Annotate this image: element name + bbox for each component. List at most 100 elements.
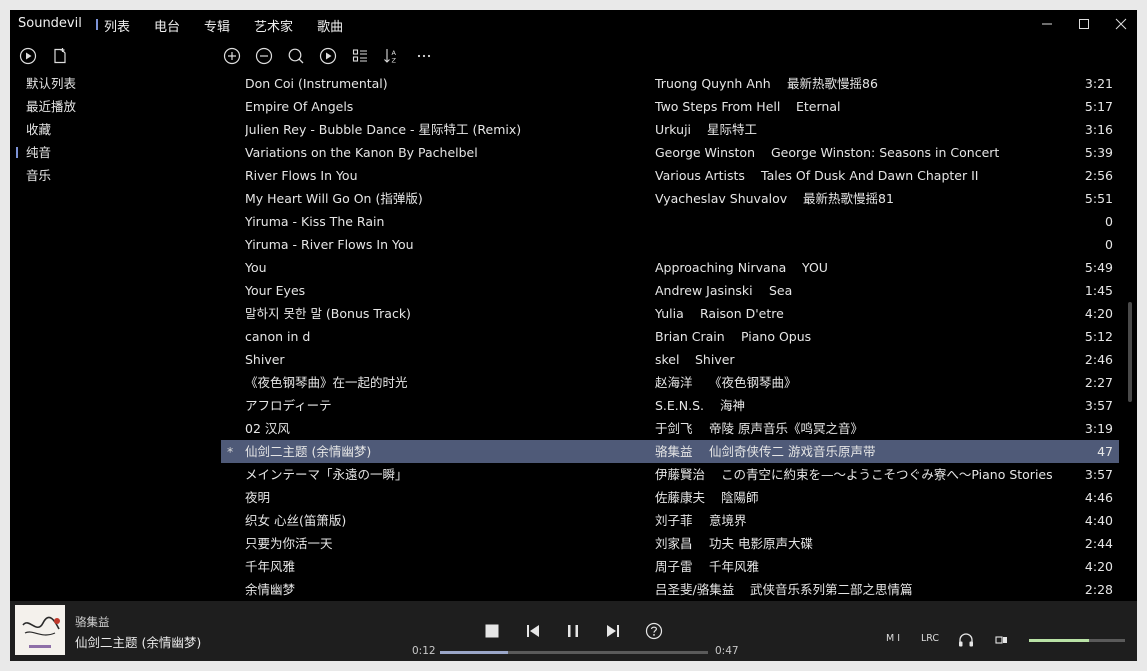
- track-album: Sea: [769, 283, 793, 298]
- table-row[interactable]: 《夜色钢琴曲》在一起的时光 赵海洋 《夜色钢琴曲》 2:27: [221, 371, 1119, 394]
- previous-icon: [527, 625, 539, 637]
- track-artist: Two Steps From Hell: [655, 99, 781, 114]
- table-row[interactable]: River Flows In You Various Artists Tales O…: [221, 164, 1119, 187]
- nav-artists[interactable]: 艺术家: [254, 16, 293, 35]
- table-row[interactable]: Empire Of Angels Two Steps From Hell Etern…: [221, 95, 1119, 118]
- table-row[interactable]: Don Coi (Instrumental) Truong Quynh Anh 最新…: [221, 72, 1119, 95]
- track-title: 余情幽梦: [245, 582, 296, 597]
- track-list-scrollbar[interactable]: [1127, 72, 1133, 600]
- table-row[interactable]: Shiver skel Shiver 2:46: [221, 348, 1119, 371]
- more-icon: [417, 54, 431, 58]
- track-title: My Heart Will Go On (指弹版): [245, 191, 423, 206]
- track-duration: 5:17: [1084, 99, 1113, 114]
- remove-circle-icon: [255, 47, 273, 65]
- track-artist: Vyacheslav Shuvalov: [655, 191, 788, 206]
- track-album: 意境界: [709, 513, 747, 528]
- track-title: River Flows In You: [245, 168, 358, 183]
- table-row[interactable]: Your Eyes Andrew Jasinski Sea 1:45: [221, 279, 1119, 302]
- track-title: Yiruma - River Flows In You: [245, 237, 414, 252]
- track-artist: Brian Crain: [655, 329, 725, 344]
- track-album: 海神: [720, 398, 746, 413]
- table-row[interactable]: アフロディーテ S.E.N.S. 海神 3:57: [221, 394, 1119, 417]
- table-row[interactable]: Julien Rey - Bubble Dance - 星际特工 (Remix)…: [221, 118, 1119, 141]
- table-row[interactable]: 02 汉风 于剑飞 帝陵 原声音乐《鸣冥之音》 3:19: [221, 417, 1119, 440]
- track-album: YOU: [802, 260, 828, 275]
- track-duration: 3:57: [1084, 467, 1113, 482]
- sidebar-item-instrumental[interactable]: 纯音: [10, 141, 215, 164]
- table-row[interactable]: メインテーマ「永遠の一瞬」 伊藤賢治 この青空に約束を—～ようこそつぐみ寮へ～Pia…: [221, 463, 1119, 486]
- volume-slider[interactable]: [1029, 639, 1125, 642]
- track-title: You: [245, 260, 267, 275]
- search-icon: [288, 48, 304, 64]
- play-selected-button[interactable]: [318, 46, 338, 66]
- help-button[interactable]: [643, 620, 665, 642]
- remove-button[interactable]: [254, 46, 274, 66]
- nav-radio[interactable]: 电台: [154, 16, 180, 35]
- seek-bar[interactable]: [440, 651, 708, 654]
- now-playing-artist[interactable]: 骆集益: [75, 614, 110, 630]
- play-mode-button[interactable]: M I: [886, 633, 900, 644]
- track-artist: 于剑飞: [655, 421, 693, 436]
- minimize-button[interactable]: [1029, 10, 1065, 38]
- sort-button[interactable]: AZ: [382, 46, 402, 66]
- track-duration: 2:44: [1084, 536, 1113, 551]
- table-row[interactable]: 织女 心丝(笛箫版) 刘子菲 意境界 4:40: [221, 509, 1119, 532]
- table-row[interactable]: 只要为你活一天 刘家昌 功夫 电影原声大碟 2:44: [221, 532, 1119, 555]
- track-artist: Andrew Jasinski: [655, 283, 753, 298]
- track-title: メインテーマ「永遠の一瞬」: [245, 467, 408, 482]
- table-row[interactable]: 千年风雅 周子雷 千年风雅 4:20: [221, 555, 1119, 578]
- track-artist: Approaching Nirvana: [655, 260, 787, 275]
- add-button[interactable]: [222, 46, 242, 66]
- next-button[interactable]: [602, 620, 624, 642]
- nav-albums[interactable]: 专辑: [204, 16, 230, 35]
- now-playing-title[interactable]: 仙剑二主题 (余情幽梦): [75, 632, 201, 651]
- nav-playlists[interactable]: 列表: [95, 16, 130, 35]
- play-list-button[interactable]: [18, 46, 38, 66]
- play-circle-icon: [319, 47, 337, 65]
- table-row[interactable]: 夜明 佐藤康夫 陰陽師 4:46: [221, 486, 1119, 509]
- table-row-playing[interactable]: * 仙剑二主题 (余情幽梦) 骆集益 仙剑奇侠传二 游戏音乐原声带 47: [221, 440, 1119, 463]
- next-icon: [607, 625, 619, 637]
- table-row[interactable]: You Approaching Nirvana YOU 5:49: [221, 256, 1119, 279]
- volume-button[interactable]: [991, 629, 1013, 651]
- new-list-button[interactable]: [50, 46, 70, 66]
- sidebar-item-default-list[interactable]: 默认列表: [10, 72, 215, 95]
- table-row[interactable]: 말하지 못한 말 (Bonus Track) Yulia Raison D'etre…: [221, 302, 1119, 325]
- track-artist: Yulia: [655, 306, 684, 321]
- table-row[interactable]: Variations on the Kanon By Pachelbel Geor…: [221, 141, 1119, 164]
- table-row[interactable]: canon in d Brian Crain Piano Opus 5:12: [221, 325, 1119, 348]
- more-button[interactable]: [414, 46, 434, 66]
- columns-button[interactable]: [350, 46, 370, 66]
- track-duration: 0: [1105, 214, 1113, 229]
- sidebar-item-favorites[interactable]: 收藏: [10, 118, 215, 141]
- track-artist: 吕圣斐/骆集益: [655, 582, 735, 597]
- sidebar-item-recent[interactable]: 最近播放: [10, 95, 215, 118]
- minimize-icon: [1042, 23, 1052, 25]
- search-button[interactable]: [286, 46, 306, 66]
- table-row[interactable]: Yiruma - Kiss The Rain 0: [221, 210, 1119, 233]
- lyrics-button[interactable]: LRC: [921, 633, 939, 644]
- close-button[interactable]: [1103, 10, 1137, 38]
- table-row[interactable]: My Heart Will Go On (指弹版) Vyacheslav Shuv…: [221, 187, 1119, 210]
- output-device-button[interactable]: [955, 629, 977, 651]
- track-album: 功夫 电影原声大碟: [709, 536, 813, 551]
- scrollbar-thumb[interactable]: [1128, 302, 1132, 402]
- track-duration: 3:21: [1084, 76, 1113, 91]
- sidebar-item-music[interactable]: 音乐: [10, 164, 215, 187]
- track-duration: 0: [1105, 237, 1113, 252]
- table-row[interactable]: 余情幽梦 吕圣斐/骆集益 武侠音乐系列第二部之思情篇 2:28: [221, 578, 1119, 601]
- table-row[interactable]: Yiruma - River Flows In You 0: [221, 233, 1119, 256]
- track-album: 仙剑奇侠传二 游戏音乐原声带: [709, 444, 876, 459]
- pause-button[interactable]: [562, 620, 584, 642]
- stop-button[interactable]: [481, 620, 503, 642]
- track-duration: 3:16: [1084, 122, 1113, 137]
- nav-songs[interactable]: 歌曲: [317, 16, 343, 35]
- track-title: canon in d: [245, 329, 311, 344]
- track-album: 帝陵 原声音乐《鸣冥之音》: [709, 421, 863, 436]
- previous-button[interactable]: [522, 620, 544, 642]
- elapsed-time: 0:12: [412, 645, 436, 657]
- album-cover[interactable]: [15, 605, 65, 655]
- maximize-button[interactable]: [1066, 10, 1102, 38]
- list-view-icon: [352, 49, 367, 62]
- app-window: Soundevil 列表 电台 专辑 艺术家 歌曲 A Z 默认列表 最近播放 …: [10, 10, 1137, 661]
